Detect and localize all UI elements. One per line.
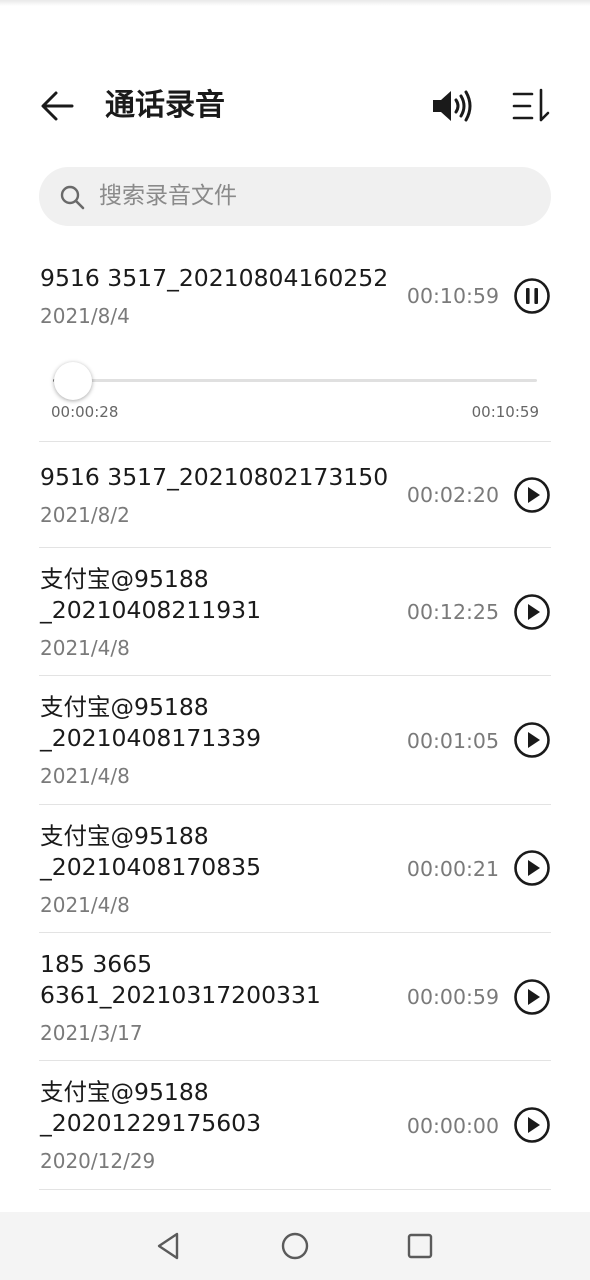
play-icon[interactable] — [513, 593, 551, 631]
play-icon[interactable] — [513, 978, 551, 1016]
status-bar — [0, 0, 590, 6]
search-placeholder: 搜索录音文件 — [99, 183, 237, 209]
speaker-icon[interactable] — [430, 86, 474, 126]
progress-knob[interactable] — [54, 362, 93, 400]
search-icon — [60, 185, 85, 210]
recording-date: 2021/8/2 — [40, 503, 130, 527]
system-nav-bar — [0, 1212, 590, 1280]
recording-duration: 00:01:05 — [406, 729, 499, 753]
total-time: 00:10:59 — [471, 403, 539, 421]
page-title: 通话录音 — [105, 88, 225, 123]
recording-item[interactable]: 支付宝@95188 _20210408170835 2021/4/8 00:00… — [39, 805, 551, 933]
recording-name: 185 3665 6361_20210317200331 — [40, 950, 321, 1009]
recording-date: 2021/4/8 — [40, 764, 130, 788]
triangle-back-icon[interactable] — [153, 1230, 185, 1262]
pause-icon[interactable] — [513, 277, 551, 315]
recording-name: 支付宝@95188 _20210408170835 — [40, 822, 262, 881]
sort-icon[interactable] — [510, 86, 554, 126]
search-input[interactable]: 搜索录音文件 — [39, 167, 551, 226]
recording-date: 2021/4/8 — [40, 636, 130, 660]
recording-duration: 00:00:00 — [406, 1114, 499, 1138]
recording-item[interactable]: 支付宝@95188 _20210408211931 2021/4/8 00:12… — [39, 548, 551, 676]
recording-name: 9516 3517_20210804160252 — [40, 264, 389, 292]
current-time: 00:00:28 — [51, 403, 119, 421]
recording-duration: 00:00:21 — [406, 857, 499, 881]
back-arrow-icon[interactable] — [38, 86, 78, 126]
recording-duration: 00:12:25 — [406, 600, 499, 624]
recording-name: 支付宝@95188 _20210408171339 — [40, 693, 262, 752]
recording-duration: 00:02:20 — [406, 483, 499, 507]
recording-item[interactable]: 185 3665 6361_20210317200331 2021/3/17 0… — [39, 933, 551, 1061]
recording-duration: 00:00:59 — [406, 985, 499, 1009]
circle-home-icon[interactable] — [279, 1230, 311, 1262]
recording-date: 2021/4/8 — [40, 893, 130, 917]
recording-item[interactable]: 支付宝@95188 _20210408171339 2021/4/8 00:01… — [39, 676, 551, 805]
recording-date: 2021/8/4 — [40, 304, 130, 328]
recording-name: 9516 3517_20210802173150 — [40, 463, 389, 491]
recording-date: 2021/3/17 — [40, 1021, 143, 1045]
recording-name: 支付宝@95188 _20210408211931 — [40, 565, 262, 624]
recording-item[interactable]: 9516 3517_20210802173150 2021/8/2 00:02:… — [39, 442, 551, 548]
recording-duration: 00:10:59 — [406, 284, 499, 308]
playback-progress: 00:00:28 00:10:59 — [39, 360, 551, 430]
header: 通话录音 — [0, 76, 590, 136]
square-recent-icon[interactable] — [404, 1230, 436, 1262]
play-icon[interactable] — [513, 721, 551, 759]
recording-item[interactable]: 支付宝@95188 _20201229175603 2020/12/29 00:… — [39, 1061, 551, 1190]
play-icon[interactable] — [513, 1106, 551, 1144]
play-icon[interactable] — [513, 476, 551, 514]
recording-name: 支付宝@95188 _20201229175603 — [40, 1078, 262, 1137]
recording-date: 2020/12/29 — [40, 1149, 156, 1173]
progress-track[interactable] — [53, 379, 537, 382]
play-icon[interactable] — [513, 849, 551, 887]
